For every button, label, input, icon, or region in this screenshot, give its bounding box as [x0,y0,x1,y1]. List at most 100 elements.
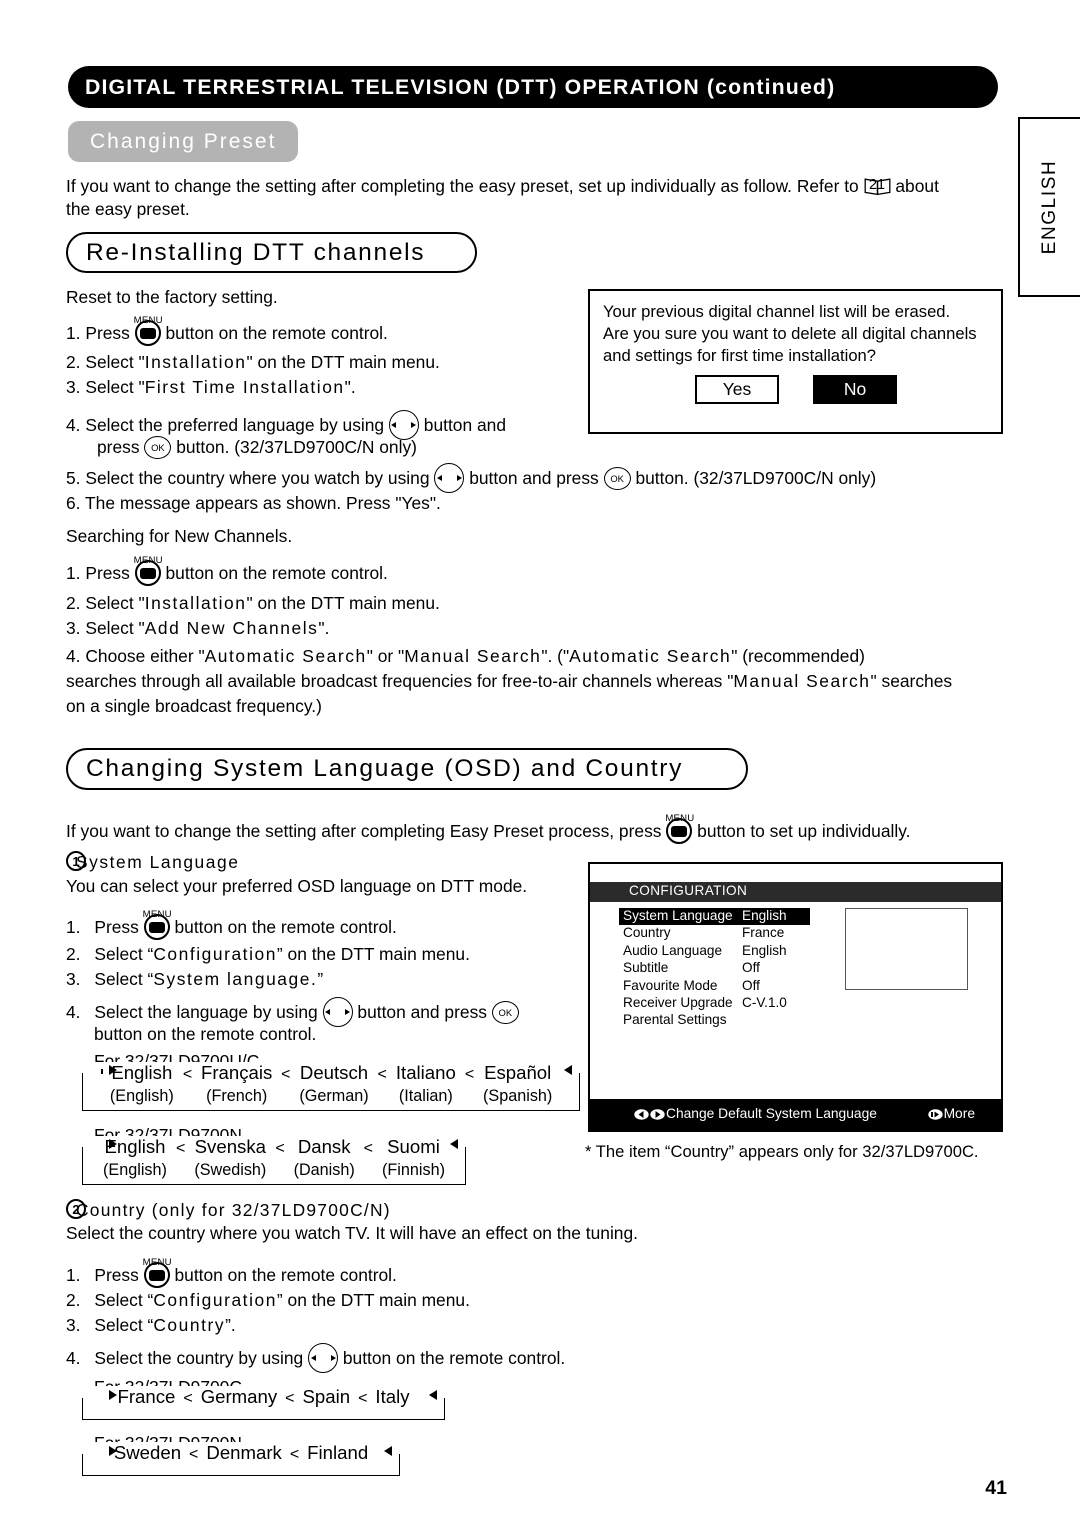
osd-footer-bar: Change Default System Language More [590,1099,1001,1130]
lr-icon-right-arrow [330,1355,336,1361]
osd-row-value [738,1012,810,1029]
osd-menu-row[interactable]: Country France [619,925,810,942]
ok-icon-label: OK [498,1007,513,1018]
osd-row-value: English [742,942,787,958]
lr-icon-right-arrow [456,475,462,481]
page-banner: DIGITAL TERRESTRIAL TELEVISION (DTT) OPE… [68,66,998,108]
intro-line-1: If you want to change the setting after … [66,175,946,198]
subsection-2-heading: 2 Country (only for 32/37LD9700C/N) [66,1199,391,1222]
step-text-b: button on the remote control. [174,917,397,937]
osd-footer-left-label: Change Default System Language [666,1106,877,1121]
section-title-language: Changing System Language (OSD) and Count… [66,748,748,790]
search-step-1: 1. Press MENU button on the remote contr… [66,555,388,586]
confirmation-dialog: Your previous digital channel list will … [588,289,1003,434]
reinstall-lead: Reset to the factory setting. [66,287,278,307]
cycle-item: Français [201,1062,273,1083]
ok-button-icon: OK [491,1001,519,1024]
language-cycle-uc-translations: (English)<(French)<(German)<(Italian)<(S… [83,1087,579,1106]
cycle-item: Denmark [206,1442,282,1463]
ok-icon-label: OK [610,473,624,484]
cycle-separator: < [363,1140,374,1157]
right-arrow-glyph-icon [650,1108,665,1120]
country-step-2: 2. Select “Configuration” on the DTT mai… [66,1289,470,1312]
step-text-a: Select “ [94,1290,154,1310]
step-text-c: press [97,437,140,457]
lr-icon-right-arrow [411,422,417,428]
cycle-item-translation: (Danish) [293,1161,355,1179]
step-text-b: ” on the DTT main menu. [276,1290,470,1310]
menu-button-icon: MENU [143,909,172,940]
country-cycle-n-names: Sweden < Denmark < Finland [83,1442,399,1464]
language-section-intro: If you want to change the setting after … [66,813,911,844]
osd-row-key: Audio Language [623,942,723,958]
osd-row-value: Off [742,977,760,993]
step-text-d: " (recommended) [731,646,865,666]
osd-menu-row[interactable]: Audio Language English [619,943,810,960]
circled-number-1-icon: 1 [66,851,86,871]
osd-menu-list: System Language English Country France Audio… [619,908,810,1030]
language-cycle-n-translations: (English)<(Swedish)<(Danish)<(Finnish) [83,1161,465,1180]
ok-icon-label: OK [151,442,165,453]
left-right-button-icon [308,1343,339,1373]
menu-button-icon: MENU [143,1257,172,1288]
search-step-3: 3. Select "Add New Channels". [66,617,329,640]
subsection-2-title: Country (only for 32/37LD9700C/N) [76,1200,391,1220]
country-cycle-c-names: France < Germany < Spain < Italy [83,1386,444,1408]
step-number: 1. [66,563,81,583]
step-text-a: Press [94,917,139,937]
osd-menu-row[interactable]: System Language English [619,908,810,926]
cycle-separator: < [377,1066,387,1083]
osd-row-key: System Language [619,908,738,926]
step-text-a: Press [94,1265,139,1285]
step-text-b: ”. [225,1315,236,1335]
dialog-no-button[interactable]: No [813,375,897,404]
cycle-item-translation: (Finnish) [382,1161,445,1179]
step-text-a: Select “ [94,944,154,964]
section-title-reinstall: Re-Installing DTT channels [66,232,477,273]
section-title-language-label: Changing System Language (OSD) and Count… [86,755,684,782]
step-emphasis: Add New Channels [144,618,319,638]
cycle-item: Italiano [395,1062,456,1083]
osd-preview-box [845,908,968,990]
cycle-item-translation: (Swedish) [194,1161,267,1179]
step-text-b: ” [317,969,324,989]
step-text-b: button and [423,415,506,435]
cycle-item-translation: (English) [109,1087,174,1105]
language-step-1: 1. Press MENU button on the remote contr… [66,909,397,940]
footnote: * The item “Country” appears only for 32… [585,1142,979,1161]
reinstall-step-1: 1. Press MENU button on the remote contr… [66,315,388,346]
language-cycle-uc-names: English < Français < Deutsch < Italiano < Españo… [83,1062,579,1084]
search-lead: Searching for New Channels. [66,526,293,546]
step-text-b: button and press [357,1002,487,1022]
more-glyph-icon [927,1108,943,1120]
step-text-a: Choose either " [85,646,205,666]
step-text-b: " on the DTT main menu. [246,593,440,613]
country-step-4: 4. Select the country by using button on… [66,1343,565,1373]
osd-menu-row[interactable]: Subtitle Off [619,960,810,977]
step-number: 3. [66,1315,81,1335]
menu-button-icon: MENU [134,315,163,346]
cycle-item: Dansk [297,1136,351,1157]
osd-configuration-panel: CONFIGURATION System Language English Coun… [588,862,1003,1132]
step-text-a: Select " [85,377,145,397]
search-step-4-line-1: 4. Choose either "Automatic Search" or "… [66,645,865,668]
step-text-b: " or " [366,646,405,666]
step-emphasis-1: Automatic Search [204,646,367,666]
search-step-4-line-3: on a single broadcast frequency.) [66,696,322,716]
subsection-2-description: Select the country where you watch TV. I… [66,1223,638,1243]
cycle-item: Deutsch [299,1062,369,1083]
osd-menu-row[interactable]: Parental Settings [619,1012,810,1029]
step-number: 6. [66,493,81,513]
cycle-arrow-right-icon [109,1446,117,1456]
osd-menu-row[interactable]: Favourite Mode Off [619,978,810,995]
left-arrow-glyph-icon [634,1108,649,1120]
dialog-yes-button[interactable]: Yes [695,375,779,404]
osd-menu-row[interactable]: Receiver Upgrade C-V.1.0 [619,995,810,1012]
step-text-a: Select “ [94,1315,154,1335]
cycle-separator: < [285,1390,295,1407]
subsection-1-description: You can select your preferred OSD langua… [66,876,528,896]
page-number: 41 [985,1477,1007,1499]
dialog-line-1: Your previous digital channel list will … [603,302,951,321]
reinstall-step-4-line-2: press OK button. (32/37LD9700C/N only) [97,436,417,459]
step-text-b: ” on the DTT main menu. [276,944,470,964]
